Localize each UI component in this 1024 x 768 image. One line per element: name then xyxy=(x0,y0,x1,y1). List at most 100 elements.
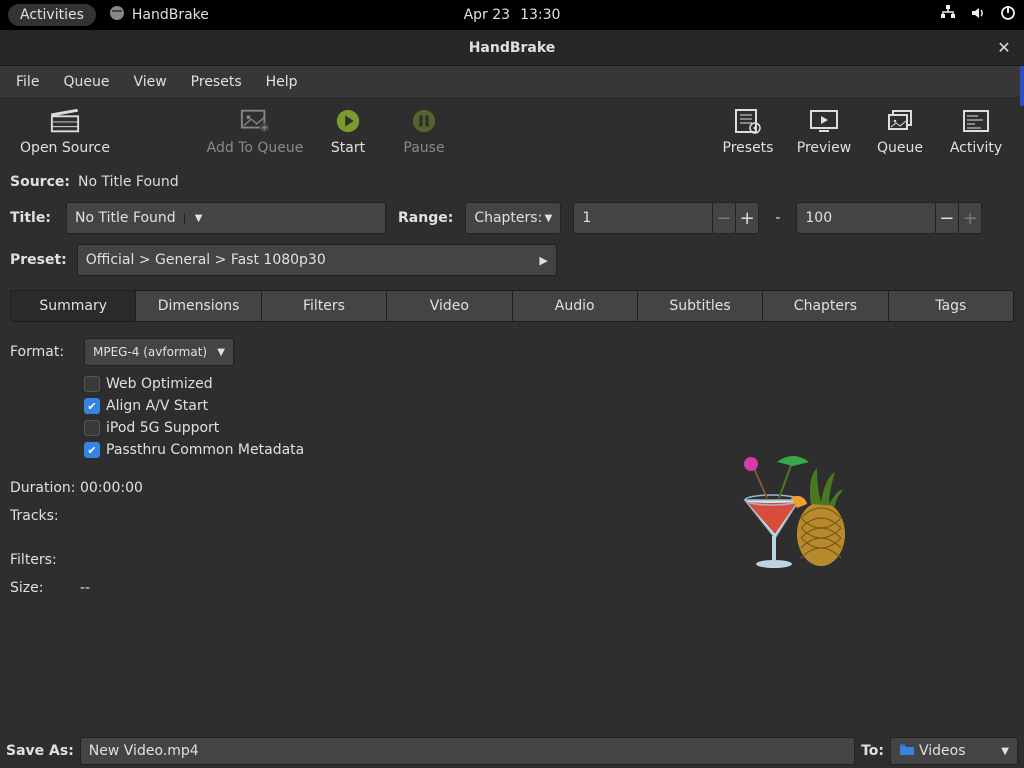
range-from-input[interactable] xyxy=(574,203,711,233)
save-as-input[interactable] xyxy=(81,738,854,764)
checkbox-label: Align A/V Start xyxy=(106,398,208,414)
decoration xyxy=(1020,66,1024,106)
destination-value: Videos xyxy=(919,743,966,759)
play-icon xyxy=(331,108,365,134)
size-label: Size: xyxy=(10,580,70,596)
start-button[interactable]: Start xyxy=(310,108,386,156)
film-clapper-icon xyxy=(48,108,82,134)
range-mode-dropdown[interactable]: Chapters: ▼ xyxy=(465,202,561,234)
activity-button[interactable]: Activity xyxy=(938,108,1014,156)
toolbar-label: Pause xyxy=(403,140,444,156)
queue-button[interactable]: Queue xyxy=(862,108,938,156)
web-optimized-checkbox[interactable]: Web Optimized xyxy=(84,376,570,392)
save-bar: Save As: To: Videos ▼ xyxy=(0,734,1024,768)
size-value: -- xyxy=(80,580,90,596)
ipod-checkbox[interactable]: iPod 5G Support xyxy=(84,420,570,436)
align-av-checkbox[interactable]: ✔ Align A/V Start xyxy=(84,398,570,414)
toolbar-label: Add To Queue xyxy=(207,140,304,156)
app-menu-label: HandBrake xyxy=(132,7,209,23)
date-text: Apr 23 xyxy=(464,7,510,23)
duration-label: Duration: xyxy=(10,480,70,496)
activity-log-icon xyxy=(959,108,993,134)
tab-tags[interactable]: Tags xyxy=(889,291,1013,321)
toolbar: Open Source Add To Queue Start Pause Pre… xyxy=(0,98,1024,170)
menubar: File Queue View Presets Help xyxy=(0,66,1024,98)
add-to-queue-button: Add To Queue xyxy=(200,108,310,156)
clock[interactable]: Apr 23 13:30 xyxy=(464,7,561,23)
checkbox-label: Passthru Common Metadata xyxy=(106,442,304,458)
preset-row: Preset: Official > General > Fast 1080p3… xyxy=(0,238,1024,286)
preview-placeholder xyxy=(570,338,1014,596)
source-value: No Title Found xyxy=(78,174,179,190)
desktop-top-bar: Activities HandBrake Apr 23 13:30 xyxy=(0,0,1024,30)
menu-presets[interactable]: Presets xyxy=(179,68,254,96)
plus-button[interactable]: + xyxy=(735,203,758,233)
power-icon[interactable] xyxy=(1000,5,1016,25)
menu-view[interactable]: View xyxy=(121,68,178,96)
checkbox-icon xyxy=(84,420,100,436)
window-titlebar: HandBrake ✕ xyxy=(0,30,1024,66)
checkbox-label: iPod 5G Support xyxy=(106,420,219,436)
toolbar-label: Preview xyxy=(797,140,852,156)
pause-button: Pause xyxy=(386,108,462,156)
tab-subtitles[interactable]: Subtitles xyxy=(638,291,763,321)
range-to-spinbox[interactable]: − + xyxy=(796,202,982,234)
format-label: Format: xyxy=(10,344,70,360)
tab-chapters[interactable]: Chapters xyxy=(763,291,888,321)
summary-pane: Format: MPEG-4 (avformat) ▼ Web Optimize… xyxy=(0,322,1024,606)
menu-file[interactable]: File xyxy=(4,68,51,96)
pause-icon xyxy=(407,108,441,134)
settings-tabs: Summary Dimensions Filters Video Audio S… xyxy=(10,290,1014,322)
checkbox-label: Web Optimized xyxy=(106,376,213,392)
passthru-checkbox[interactable]: ✔ Passthru Common Metadata xyxy=(84,442,570,458)
toolbar-label: Activity xyxy=(950,140,1002,156)
toolbar-label: Presets xyxy=(723,140,774,156)
triangle-right-icon: ▶ xyxy=(539,254,547,267)
save-as-input-wrapper xyxy=(80,737,855,765)
tab-video[interactable]: Video xyxy=(387,291,512,321)
window-title: HandBrake xyxy=(469,40,556,56)
chevron-down-icon: ▼ xyxy=(217,347,225,358)
title-value: No Title Found xyxy=(75,210,176,226)
app-menu[interactable]: HandBrake xyxy=(108,4,209,26)
chevron-down-icon: ▼ xyxy=(184,213,203,224)
tab-audio[interactable]: Audio xyxy=(513,291,638,321)
folder-icon xyxy=(899,742,919,760)
tracks-label: Tracks: xyxy=(10,508,70,524)
range-dash: - xyxy=(771,210,784,226)
tab-dimensions[interactable]: Dimensions xyxy=(136,291,261,321)
menu-help[interactable]: Help xyxy=(254,68,310,96)
preset-value: Official > General > Fast 1080p30 xyxy=(86,252,326,268)
preset-label: Preset: xyxy=(10,252,67,268)
activities-button[interactable]: Activities xyxy=(8,4,96,26)
close-button[interactable]: ✕ xyxy=(994,38,1014,58)
minus-button: − xyxy=(712,203,735,233)
volume-icon[interactable] xyxy=(970,5,986,25)
range-to-input[interactable] xyxy=(797,203,934,233)
filters-info-label: Filters: xyxy=(10,552,70,568)
minus-button[interactable]: − xyxy=(935,203,958,233)
preview-button[interactable]: Preview xyxy=(786,108,862,156)
range-label: Range: xyxy=(398,210,453,226)
range-from-spinbox[interactable]: − + xyxy=(573,202,759,234)
open-source-button[interactable]: Open Source xyxy=(10,108,120,156)
tab-filters[interactable]: Filters xyxy=(262,291,387,321)
time-text: 13:30 xyxy=(520,7,560,23)
title-dropdown[interactable]: No Title Found ▼ xyxy=(66,202,386,234)
title-label: Title: xyxy=(10,210,54,226)
tab-summary[interactable]: Summary xyxy=(11,291,136,321)
queue-icon xyxy=(883,108,917,134)
range-mode-value: Chapters: xyxy=(474,210,542,226)
presets-button[interactable]: Presets xyxy=(710,108,786,156)
format-dropdown[interactable]: MPEG-4 (avformat) ▼ xyxy=(84,338,234,366)
preview-icon xyxy=(807,108,841,134)
menu-queue[interactable]: Queue xyxy=(51,68,121,96)
destination-dropdown[interactable]: Videos ▼ xyxy=(890,737,1018,765)
plus-button: + xyxy=(958,203,981,233)
handbrake-logo-icon xyxy=(717,448,867,582)
preset-dropdown[interactable]: Official > General > Fast 1080p30 ▶ xyxy=(77,244,557,276)
duration-value: 00:00:00 xyxy=(80,480,143,496)
title-row: Title: No Title Found ▼ Range: Chapters:… xyxy=(0,194,1024,238)
network-icon[interactable] xyxy=(940,5,956,25)
source-label: Source: xyxy=(10,174,70,190)
